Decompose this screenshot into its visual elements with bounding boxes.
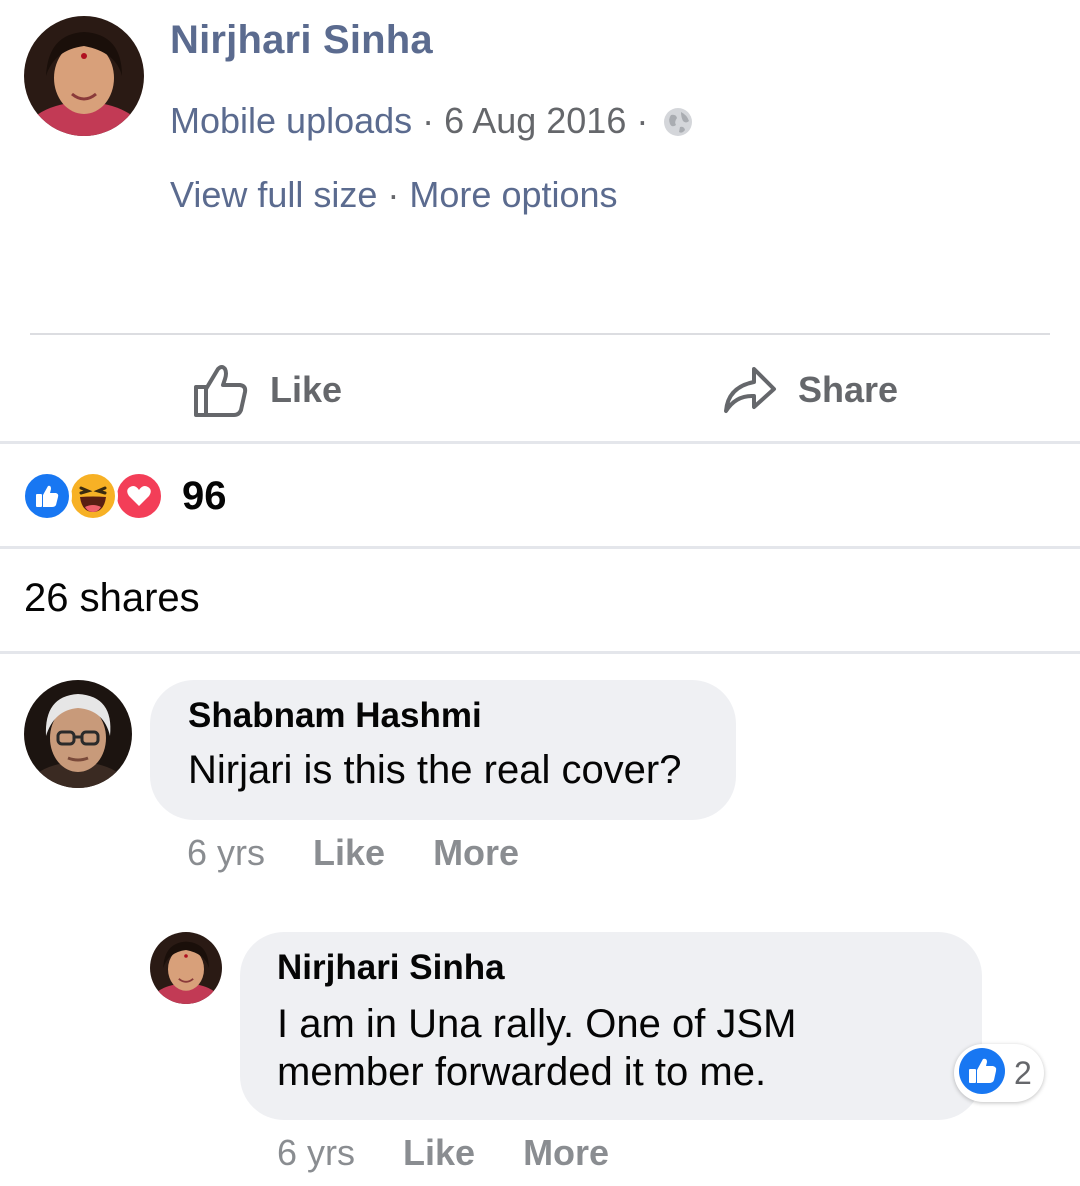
comment-bubble: Shabnam Hashmi Nirjari is this the real …: [150, 680, 736, 820]
album-link[interactable]: Mobile uploads: [170, 100, 412, 142]
view-full-size-link[interactable]: View full size: [170, 174, 377, 216]
reply-text-line-2: member forwarded it to me.: [277, 1050, 767, 1094]
separator: ·: [636, 100, 649, 141]
divider: [30, 333, 1050, 335]
separator: ·: [422, 100, 435, 141]
shares-count[interactable]: 26 shares: [24, 576, 200, 621]
globe-icon: [662, 105, 694, 137]
reply-reaction-count: 2: [1014, 1054, 1032, 1091]
post-meta: Mobile uploads · 6 Aug 2016 ·: [170, 100, 694, 142]
divider: [0, 651, 1080, 654]
commenter-avatar[interactable]: [24, 680, 132, 788]
reply-text-line-1: I am in Una rally. One of JSM: [277, 1002, 797, 1046]
comment-like-button[interactable]: Like: [313, 832, 385, 874]
like-button[interactable]: Like: [192, 360, 342, 420]
divider: [0, 546, 1080, 549]
more-options-link[interactable]: More options: [409, 174, 617, 216]
reply-author[interactable]: Nirjhari Sinha: [277, 948, 982, 988]
comment-text: Nirjari is this the real cover?: [188, 748, 682, 792]
like-reaction-icon: [958, 1047, 1006, 1100]
like-reaction-icon: [22, 471, 72, 521]
love-reaction-icon: [114, 471, 164, 521]
reply-like-button[interactable]: Like: [403, 1132, 475, 1174]
share-arrow-icon: [724, 367, 776, 413]
reactions-summary[interactable]: 96: [22, 470, 227, 522]
reaction-count: 96: [182, 473, 227, 518]
post-author-name[interactable]: Nirjhari Sinha: [170, 18, 433, 63]
haha-reaction-icon: [68, 471, 118, 521]
photo-links: View full size · More options: [170, 174, 618, 216]
comment-more-button[interactable]: More: [433, 832, 519, 874]
comment-author[interactable]: Shabnam Hashmi: [188, 696, 736, 736]
separator: ·: [387, 174, 400, 215]
reply-time[interactable]: 6 yrs: [277, 1132, 355, 1174]
divider: [0, 441, 1080, 444]
reply-bubble: Nirjhari Sinha I am in Una rally. One of…: [240, 932, 982, 1120]
share-label: Share: [798, 369, 899, 410]
thumbs-up-icon: [194, 365, 248, 417]
comment-actions: 6 yrs Like More: [187, 832, 567, 874]
like-label: Like: [270, 369, 343, 410]
reply-actions: 6 yrs Like More: [277, 1132, 657, 1174]
reply-reaction-badge[interactable]: 2: [954, 1044, 1044, 1102]
reply-more-button[interactable]: More: [523, 1132, 609, 1174]
post-date[interactable]: 6 Aug 2016: [444, 100, 626, 142]
author-avatar[interactable]: [24, 16, 144, 136]
reply-avatar[interactable]: [150, 932, 222, 1004]
comment-time[interactable]: 6 yrs: [187, 832, 265, 874]
share-button[interactable]: Share: [720, 360, 898, 420]
